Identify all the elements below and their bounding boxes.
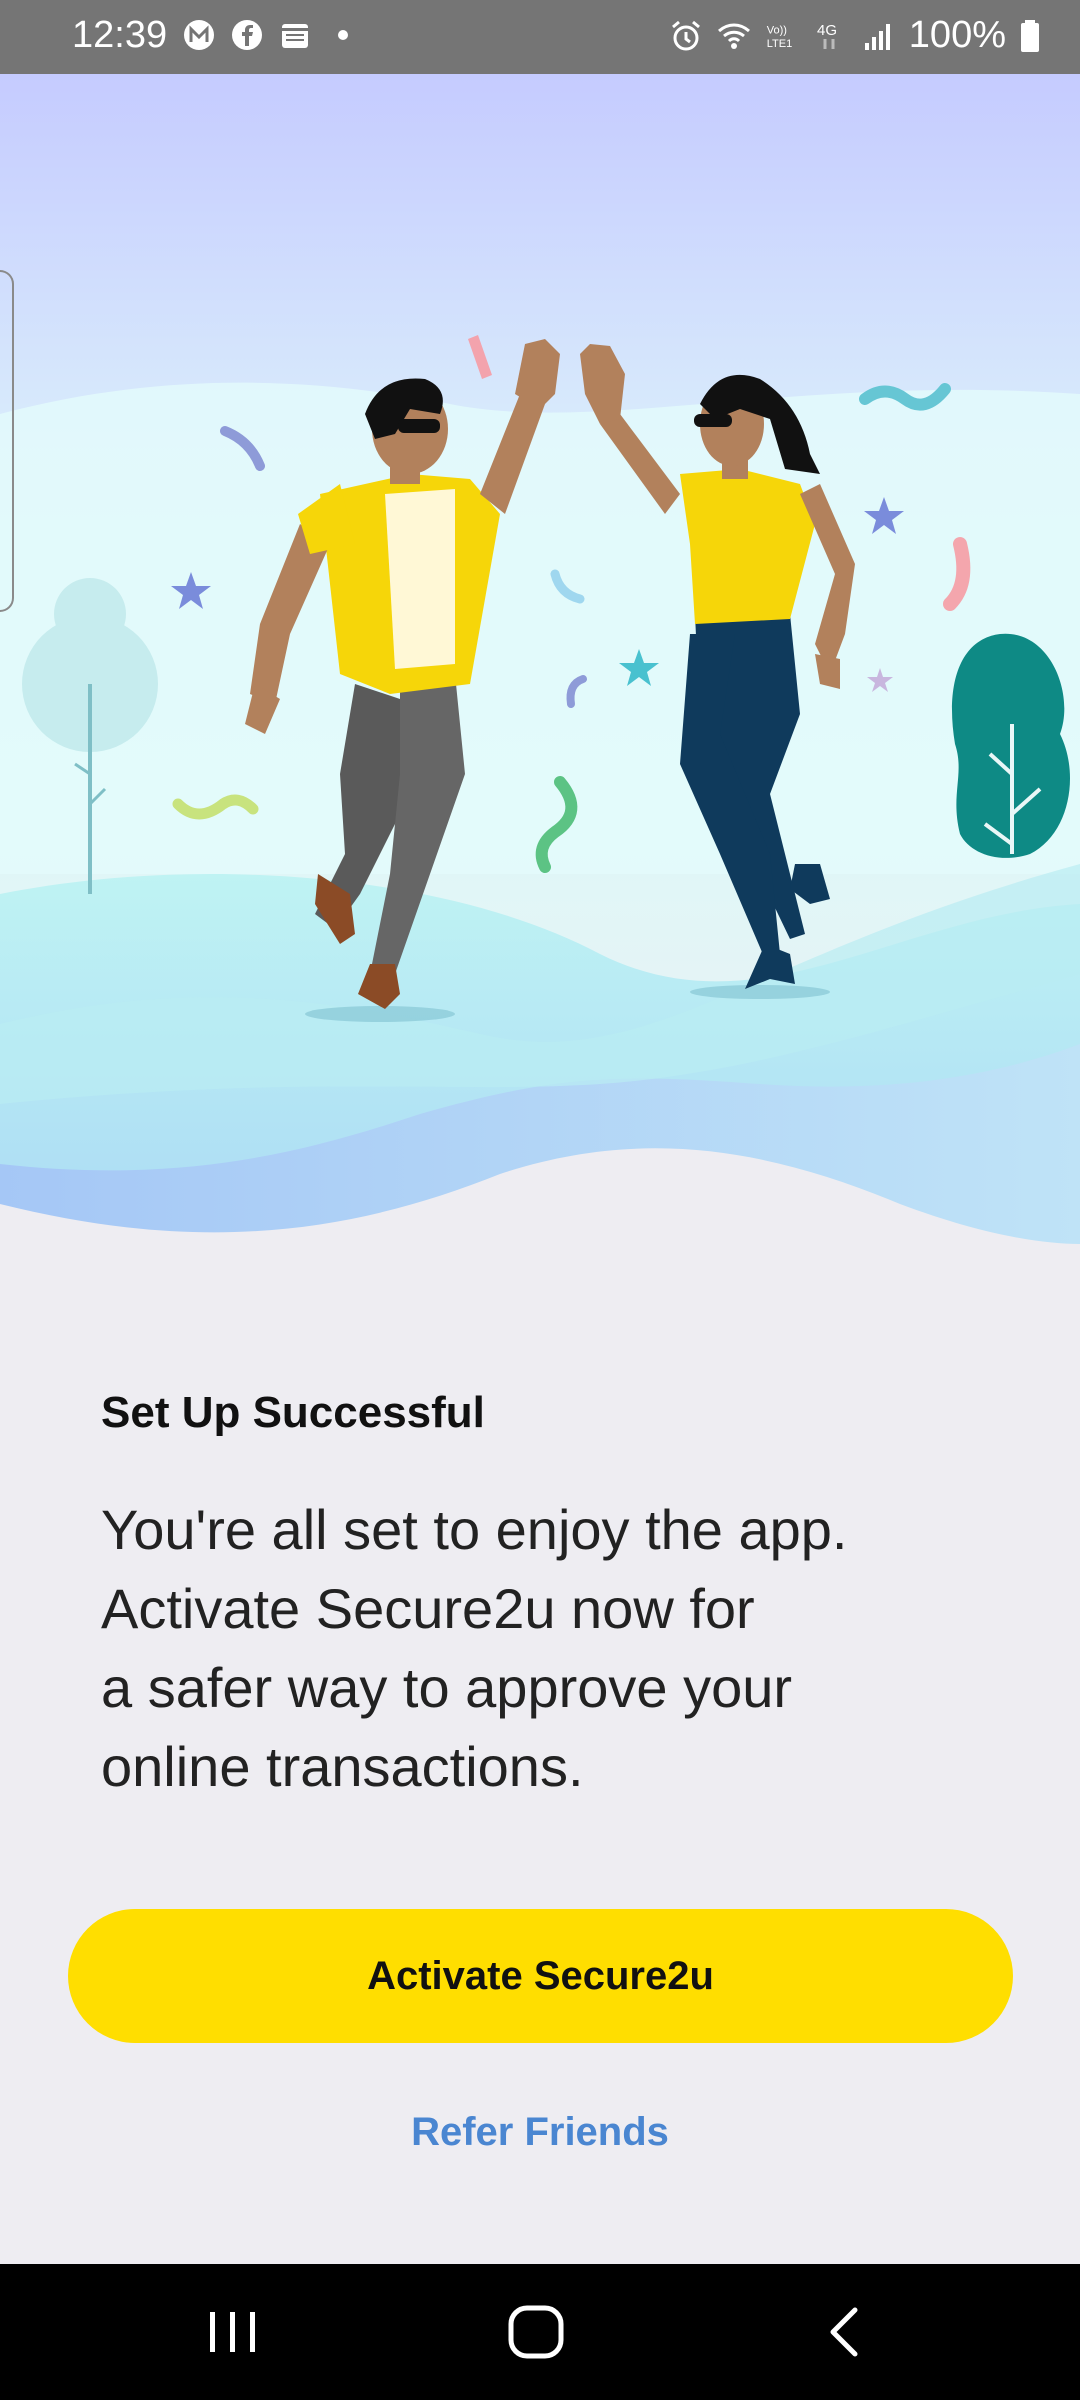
activate-secure2u-button[interactable]: Activate Secure2u <box>68 1909 1013 2043</box>
m-app-icon <box>184 20 214 50</box>
svg-text:LTE1: LTE1 <box>766 38 792 50</box>
success-illustration <box>0 74 1080 1284</box>
battery-icon <box>1021 19 1039 52</box>
system-nav-bar <box>0 2264 1080 2400</box>
back-icon[interactable] <box>815 2302 879 2362</box>
svg-text:Vo)): Vo)) <box>766 24 786 36</box>
message-line: a safer way to approve your <box>101 1656 793 1719</box>
dot-icon <box>338 30 348 40</box>
battery-percentage: 100% <box>908 14 1006 56</box>
side-panel-handle[interactable] <box>0 270 14 612</box>
wifi-icon <box>717 23 750 49</box>
status-time: 12:39 <box>72 14 168 56</box>
home-icon[interactable] <box>505 2302 569 2362</box>
message-line: You're all set to enjoy the app. <box>101 1498 848 1561</box>
message-line: Activate Secure2u now for <box>101 1577 755 1640</box>
celebration-illustration <box>0 74 1080 1284</box>
recents-icon[interactable] <box>200 2302 264 2362</box>
alarm-icon <box>671 20 700 50</box>
4g-icon: 4G <box>817 22 837 49</box>
volte-icon: Vo)) LTE1 <box>766 24 792 50</box>
page-title: Set Up Successful <box>101 1388 485 1437</box>
svg-text:4G: 4G <box>817 22 837 39</box>
signal-icon <box>864 23 890 50</box>
status-bar: 12:39 Vo)) LTE1 4G 100% <box>0 0 1080 74</box>
success-message: You're all set to enjoy the app. Activat… <box>101 1490 1001 1806</box>
message-line: online transactions. <box>101 1735 584 1798</box>
calendar-icon <box>282 24 308 48</box>
facebook-icon <box>232 20 262 50</box>
refer-friends-link[interactable]: Refer Friends <box>0 2110 1080 2155</box>
